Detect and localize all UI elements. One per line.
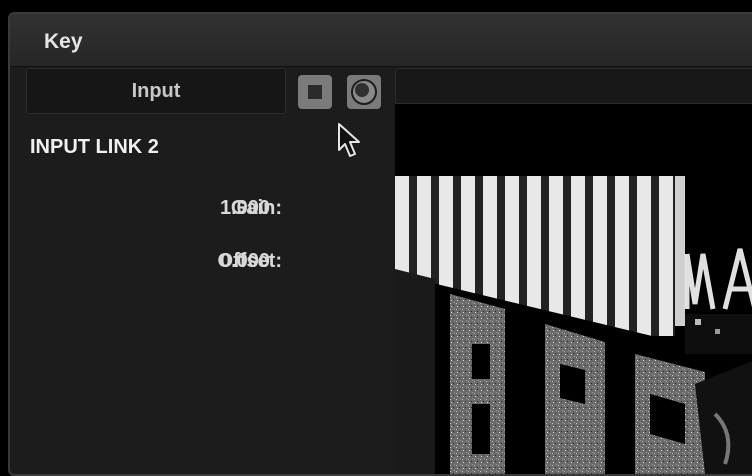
section-heading: INPUT LINK 2 [30,136,159,158]
window-title: Key [44,30,83,53]
key-mask-button[interactable] [298,75,332,109]
input-selector-button[interactable]: Input [26,68,286,114]
matte-preview [395,104,752,474]
mouse-cursor-icon [338,123,360,157]
key-window: Key Input INPUT LINK 2 Gain: 1.000 Offse… [8,12,752,476]
key-output-button[interactable] [347,75,381,109]
title-bar: Key [10,14,752,67]
viewer-image[interactable] [395,104,752,474]
record-dot [355,83,369,97]
viewer-toolbar [395,68,752,104]
gain-value[interactable]: 1.000 [220,197,270,220]
offset-value[interactable]: 0.000 [220,250,270,273]
circle-record-icon [351,79,377,105]
square-stop-icon [308,85,322,99]
